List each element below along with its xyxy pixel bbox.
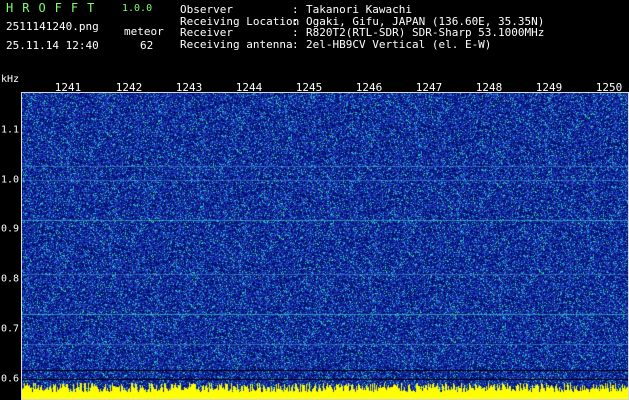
- y-tick-label: 1.1: [1, 124, 20, 136]
- detection-count: 62: [140, 39, 154, 52]
- y-tick-label: 1.0: [1, 174, 20, 186]
- y-tick-label: 0.8: [1, 273, 20, 285]
- info-separator: :: [292, 37, 299, 51]
- hrofft-window: HROFFT 1.0.0 2511141240.png 25.11.14 12:…: [0, 0, 629, 400]
- info-value: 2el-HB9CV Vertical (el. E-W): [306, 37, 492, 51]
- info-row-antenna: Receiving antenna : 2el-HB9CV Vertical (…: [180, 37, 544, 51]
- y-tick-label: 0.7: [1, 323, 20, 335]
- waterfall-canvas: [21, 92, 629, 400]
- y-tick-label: 0.6: [1, 373, 20, 385]
- info-row-receiver: Receiver : R820T2(RTL-SDR) SDR-Sharp 53.…: [180, 27, 544, 39]
- frequency-unit-label: kHz: [1, 74, 20, 85]
- file-name: 2511141240.png: [6, 20, 99, 33]
- info-separator: :: [292, 26, 299, 39]
- app-title: HROFFT: [6, 1, 104, 15]
- info-label: Observer: [180, 3, 233, 16]
- info-label: Receiver: [180, 26, 233, 39]
- info-row-observer: Observer : Takanori Kawachi: [180, 4, 544, 16]
- info-value: R820T2(RTL-SDR) SDR-Sharp 53.1000MHz: [306, 26, 545, 39]
- station-info: Observer : Takanori Kawachi Receiving Lo…: [180, 4, 544, 50]
- capture-datetime: 25.11.14 12:40: [6, 39, 99, 52]
- detection-label: meteor: [124, 25, 164, 38]
- info-separator: :: [292, 3, 299, 16]
- info-label: Receiving antenna: [180, 37, 293, 51]
- y-tick-label: 0.9: [1, 223, 20, 235]
- app-version: 1.0.0: [122, 3, 153, 14]
- info-value: Takanori Kawachi: [306, 3, 412, 16]
- spectrogram-plot: [21, 92, 629, 400]
